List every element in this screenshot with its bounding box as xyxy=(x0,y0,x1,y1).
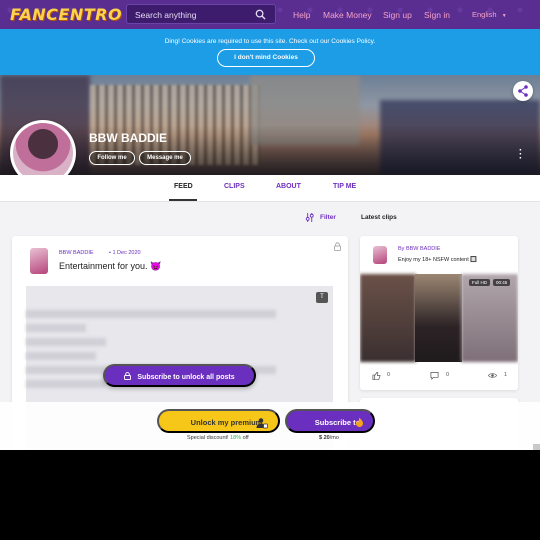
discount-percent: 18% xyxy=(230,435,242,441)
subscribe-unlock-button[interactable]: Subscribe to unlock all posts xyxy=(103,364,256,387)
cookie-banner: Ding! Cookies are required to use this s… xyxy=(0,29,540,75)
tab-feed[interactable]: FEED xyxy=(174,183,193,190)
page: FANCENTRO Help Make Money Sign up Sign i… xyxy=(0,0,540,450)
post-type-badge: T xyxy=(316,292,328,303)
post-title: Entertainment for you. 😈 xyxy=(59,261,162,271)
clip-thumbnail xyxy=(415,274,462,362)
hd-badge: Full HD xyxy=(469,279,491,286)
post-author-avatar[interactable] xyxy=(30,248,48,274)
unlock-label: Subscribe to unlock all posts xyxy=(137,374,235,381)
clip-duration: 00:45 xyxy=(493,279,511,286)
lock-user-icon xyxy=(256,418,268,429)
nav-sign-up-link[interactable]: Sign up xyxy=(383,10,412,20)
nav-make-money-link[interactable]: Make Money xyxy=(323,10,372,20)
fancentro-logo[interactable]: FANCENTRO xyxy=(10,5,122,24)
tab-clips[interactable]: CLIPS xyxy=(224,183,245,190)
latest-clips-heading: Latest clips xyxy=(361,214,397,221)
cookie-message: Ding! Cookies are required to use this s… xyxy=(164,38,376,45)
avatar-image xyxy=(13,123,73,183)
share-icon xyxy=(518,85,528,97)
subscribe-button[interactable]: Subscribe to xyxy=(285,409,375,433)
lock-icon xyxy=(334,242,341,251)
price-value: $ 20 xyxy=(319,435,330,441)
clip-thumbnail xyxy=(461,274,518,362)
clip-author[interactable]: By BBW BADDIE xyxy=(398,246,440,252)
cover-shade xyxy=(0,125,540,175)
comments-count: 0 xyxy=(446,372,450,378)
search-box[interactable] xyxy=(126,4,276,24)
views-count: 1 xyxy=(504,372,508,378)
accept-cookies-button[interactable]: I don't mind Cookies xyxy=(217,49,315,67)
nav-sign-in-link[interactable]: Sign in xyxy=(424,10,450,20)
clip-card[interactable]: By BBW BADDIE Enjoy my 18+ NSFW content … xyxy=(360,236,518,390)
profile-tabs: FEED CLIPS ABOUT TIP ME xyxy=(0,175,540,202)
post-date: • 1 Dec 2020 xyxy=(109,250,141,256)
discount-prefix: Special discount! xyxy=(187,435,229,441)
post-date-text: 1 Dec 2020 xyxy=(112,250,141,256)
filter-label: Filter xyxy=(320,214,336,222)
clip-thumbnails[interactable]: Full HD 00:45 xyxy=(360,274,518,362)
comment-icon[interactable] xyxy=(430,371,439,380)
eye-icon xyxy=(488,373,497,378)
clip-description: Enjoy my 18+ NSFW content 🔲 xyxy=(398,257,478,263)
unlock-premium-button[interactable]: Unlock my premium xyxy=(157,409,280,433)
filter-icon xyxy=(305,213,314,222)
tab-about[interactable]: ABOUT xyxy=(276,183,301,190)
profile-name: BBW BADDIE xyxy=(89,131,167,145)
clip-author-avatar[interactable] xyxy=(373,246,387,264)
subscription-price: $ 20/mo xyxy=(319,435,339,441)
clip-thumbnail xyxy=(360,274,416,362)
cover-photo xyxy=(0,75,540,175)
price-period: /mo xyxy=(329,435,339,441)
search-input[interactable] xyxy=(135,8,245,21)
premium-label: Unlock my premium xyxy=(190,418,263,427)
flame-icon xyxy=(356,417,363,427)
more-options-icon[interactable]: · · · xyxy=(519,146,522,164)
filter-button[interactable]: Filter xyxy=(305,213,336,222)
chevron-down-icon: ▼ xyxy=(501,13,507,19)
language-selector[interactable]: English ▼ xyxy=(472,10,507,19)
language-label: English xyxy=(472,10,497,19)
scrollbar[interactable] xyxy=(533,444,540,450)
message-button[interactable]: Message me xyxy=(139,151,191,165)
search-icon[interactable] xyxy=(255,9,266,20)
like-icon[interactable] xyxy=(372,371,381,380)
follow-button[interactable]: Follow me xyxy=(89,151,135,165)
post-author[interactable]: BBW BADDIE xyxy=(59,250,94,256)
lock-icon xyxy=(124,372,132,380)
special-discount: Special discount! 18% off xyxy=(187,435,249,441)
top-navbar: FANCENTRO Help Make Money Sign up Sign i… xyxy=(0,0,540,29)
tab-tip-me[interactable]: TIP ME xyxy=(333,183,356,190)
nav-help-link[interactable]: Help xyxy=(293,10,310,20)
active-tab-indicator xyxy=(169,199,197,201)
discount-suffix: off xyxy=(242,435,249,441)
share-button[interactable] xyxy=(513,81,533,101)
likes-count: 0 xyxy=(387,372,391,378)
